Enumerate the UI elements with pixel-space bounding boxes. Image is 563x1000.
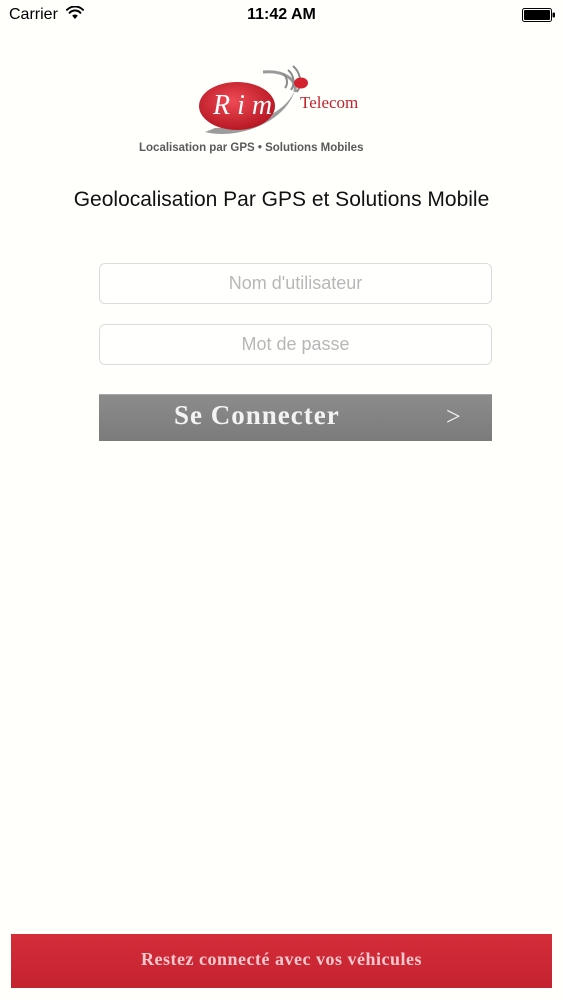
password-input[interactable] [99,324,492,365]
rim-telecom-logo: R i m Telecom Localisation par GPS • Sol… [135,62,445,158]
chevron-right-icon: > [446,402,462,431]
footer-tagline: Restez connecté avec vos véhicules [141,949,422,969]
logo-brand: Telecom [300,93,358,112]
footer-banner: Restez connecté avec vos véhicules [11,934,552,988]
clock: 11:42 AM [247,6,316,23]
logo-tagline: Localisation par GPS • Solutions Mobiles [139,142,363,154]
connect-button[interactable]: Se Connecter > [99,394,492,441]
username-input[interactable] [99,263,492,304]
logo-letters: R i m [212,90,272,121]
connect-button-label: Se Connecter [174,400,340,430]
page-title: Geolocalisation Par GPS et Solutions Mob… [73,188,490,211]
logo-mark: R i m Telecom Localisation par GPS • Sol… [139,65,363,154]
status-bar: Carrier 11:42 AM [0,0,563,30]
battery-icon [522,8,555,22]
